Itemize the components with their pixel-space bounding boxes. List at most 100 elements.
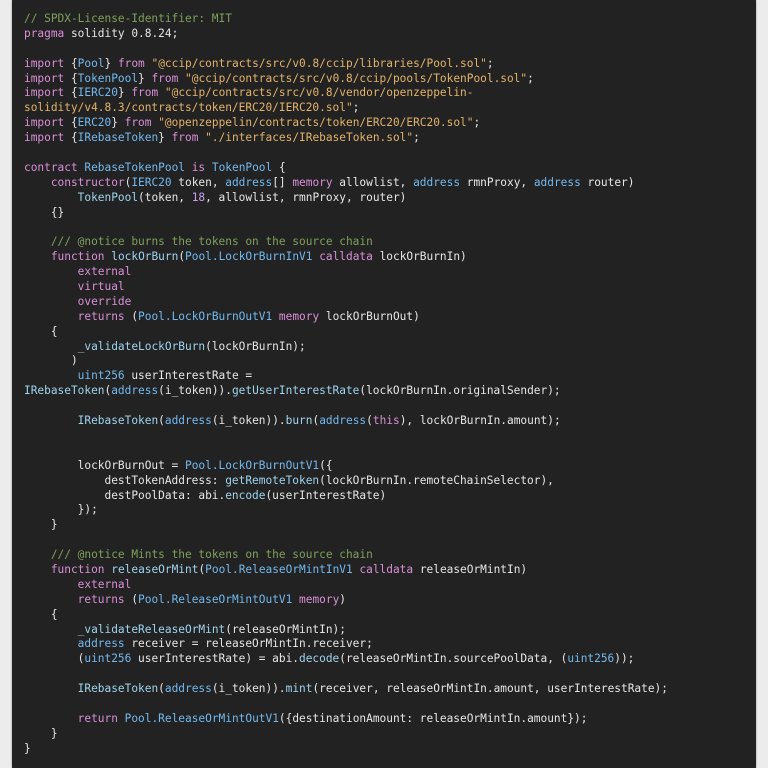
- code-token: (: [124, 309, 139, 323]
- code-token: returns: [77, 309, 125, 323]
- code-token: // SPDX-License-Identifier: MIT: [24, 12, 232, 25]
- code-line: import {TokenPool} from "@ccip/contracts…: [24, 72, 750, 87]
- code-token: calldata: [319, 250, 373, 264]
- code-line: /// @notice burns the tokens on the sour…: [24, 235, 750, 250]
- code-token: constructor: [50, 175, 125, 189]
- code-token: receiver = releaseOrMintIn.receiver;: [124, 637, 373, 651]
- code-token: lockOrBurnOut =: [24, 458, 185, 472]
- code-token: import: [24, 131, 65, 145]
- code-token: destPoolData: abi.: [24, 488, 226, 502]
- code-line: });: [24, 503, 750, 518]
- code-token: function: [50, 250, 105, 264]
- code-line: lockOrBurnOut = Pool.LockOrBurnOutV1({: [24, 459, 750, 474]
- code-line: /// @notice Mints the tokens on the sour…: [24, 548, 750, 563]
- code-token: address: [225, 175, 273, 189]
- code-token: /// @notice Mints the tokens on the sour…: [50, 548, 373, 562]
- code-token: {: [64, 131, 78, 145]
- code-token: IERC20: [77, 86, 118, 100]
- code-line: function lockOrBurn(Pool.LockOrBurnInV1 …: [24, 250, 750, 265]
- code-line: _validateLockOrBurn(lockOrBurnIn);: [24, 340, 750, 355]
- code-line: TokenPool(token, 18, allowlist, rmnProxy…: [24, 191, 750, 206]
- code-token: }: [138, 71, 152, 85]
- code-token: ({destinationAmount: releaseOrMintIn.amo…: [278, 711, 588, 725]
- code-line: {: [24, 608, 750, 623]
- code-token: external: [77, 265, 132, 279]
- code-token: _validateReleaseOrMint: [77, 622, 226, 636]
- code-token: Pool.ReleaseOrMintOutV1: [124, 711, 279, 725]
- code-line: {}: [24, 206, 750, 221]
- code-token: []: [272, 175, 293, 189]
- code-token: destTokenAddress:: [24, 473, 226, 487]
- code-editor-panel: // SPDX-License-Identifier: MIT pragma so…: [12, 0, 756, 768]
- code-line: import {Pool} from "@ccip/contracts/src/…: [24, 57, 750, 72]
- code-token: solidity/v4.8.3/contracts/token/ERC20/IE…: [24, 101, 353, 115]
- code-token: (userInterestRate): [265, 488, 387, 502]
- code-token: address: [77, 637, 125, 651]
- code-token: }: [24, 518, 58, 532]
- code-token: (: [24, 652, 85, 666]
- code-token: (: [124, 592, 139, 606]
- code-token: IRebaseToken: [77, 682, 159, 696]
- code-token: (token,: [138, 190, 192, 204]
- code-line: IRebaseToken(address(i_token)).mint(rece…: [24, 682, 750, 697]
- code-token: memory: [299, 592, 340, 606]
- code-token: ), lockOrBurnIn.amount);: [399, 414, 561, 428]
- code-token: ): [24, 354, 78, 368]
- code-token: address: [413, 175, 461, 189]
- code-token: address: [164, 414, 212, 428]
- code-line: external: [24, 265, 750, 280]
- code-token: userInterestRate) = abi.: [131, 652, 300, 666]
- code-token: import: [24, 116, 65, 130]
- code-token: "@openzeppelin/contracts/token/ERC20/ERC…: [158, 116, 474, 130]
- code-token: from: [171, 131, 199, 145]
- code-token: releaseOrMint: [111, 562, 199, 576]
- code-line: solidity/v4.8.3/contracts/token/ERC20/IE…: [24, 101, 750, 116]
- code-line: _validateReleaseOrMint(releaseOrMintIn);: [24, 623, 750, 638]
- code-token: lockOrBurn: [111, 250, 179, 264]
- code-token: (: [158, 682, 165, 696]
- code-line: // SPDX-License-Identifier: MIT: [24, 12, 750, 27]
- code-token: ;: [413, 131, 420, 145]
- code-line: override: [24, 295, 750, 310]
- code-line: IRebaseToken(address(i_token)).burn(addr…: [24, 414, 750, 429]
- code-token: (: [366, 414, 373, 428]
- code-token: uint256: [84, 652, 132, 666]
- code-token: }: [158, 131, 172, 145]
- code-token: ERC20: [77, 116, 112, 130]
- code-token: is: [191, 160, 206, 174]
- code-token: contract: [24, 160, 78, 174]
- code-line: function releaseOrMint(Pool.ReleaseOrMin…: [24, 563, 750, 578]
- code-token: , allowlist, rmnProxy, router): [205, 190, 407, 204]
- code-token: Pool.ReleaseOrMintInV1: [205, 562, 353, 576]
- code-token: burn: [285, 414, 313, 428]
- code-token: _validateLockOrBurn: [77, 339, 206, 353]
- code-token: userInterestRate =: [124, 369, 253, 383]
- code-token: Pool.LockOrBurnOutV1: [184, 458, 320, 472]
- code-token: token,: [171, 175, 226, 189]
- code-line: destTokenAddress: getRemoteToken(lockOrB…: [24, 474, 750, 489]
- code-block[interactable]: // SPDX-License-Identifier: MIT pragma so…: [24, 12, 750, 757]
- code-line: {: [24, 325, 750, 340]
- code-token: }: [104, 56, 118, 70]
- code-token: (receiver, releaseOrMintIn.amount, userI…: [312, 682, 668, 696]
- code-token: return: [77, 711, 118, 725]
- code-line: pragma solidity 0.8.24;: [24, 27, 750, 42]
- code-token: 18: [191, 190, 206, 204]
- code-line: }: [24, 742, 750, 757]
- code-token: getUserInterestRate: [231, 384, 360, 398]
